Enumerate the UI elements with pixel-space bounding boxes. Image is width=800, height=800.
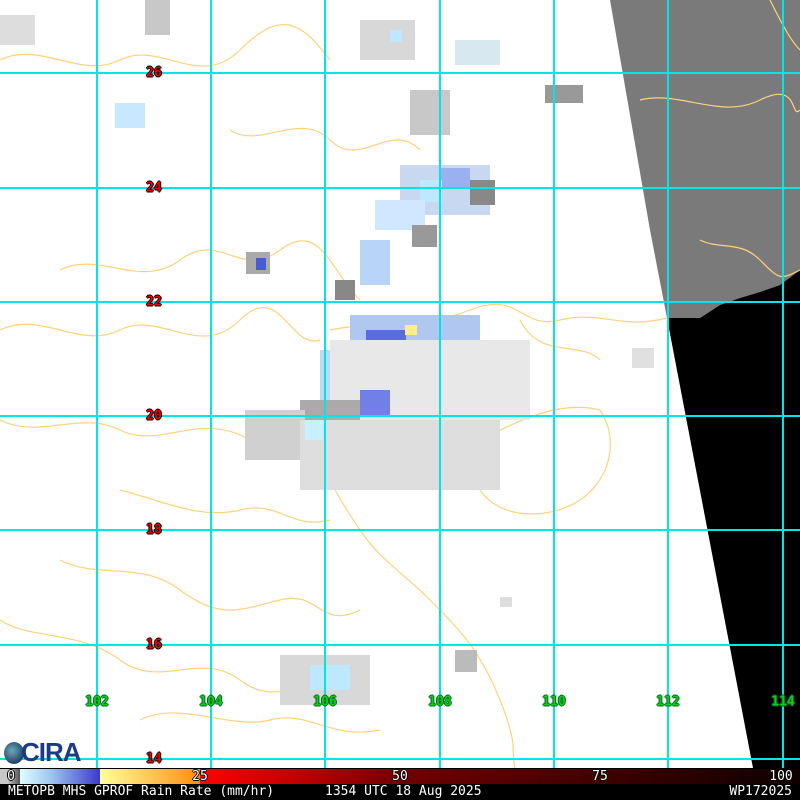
satellite-map-view: 26 24 22 20 18 16 14 102 104 106 108 110… (0, 0, 800, 800)
colorbar-tick: 25 (192, 769, 208, 784)
lat-label: 26 (146, 65, 162, 81)
colorbar-tick: 75 (592, 769, 608, 784)
rain-pixels (0, 0, 654, 705)
lon-label: 112 (656, 694, 680, 710)
lat-label: 16 (146, 637, 162, 653)
no-data-ocean (667, 270, 800, 768)
rain-rate-colorbar: 0 25 50 75 100 (0, 768, 800, 784)
lat-label: 24 (146, 180, 162, 196)
observation-time: 1354 UTC 18 Aug 2025 (325, 784, 482, 799)
lon-label: 104 (199, 694, 223, 710)
cira-logo: CIRA (4, 737, 82, 768)
lat-label: 20 (146, 408, 162, 424)
lon-label: 102 (85, 694, 109, 710)
lon-label: 106 (313, 694, 337, 710)
caption-bar: METOPB MHS GPROF Rain Rate (mm/hr) 1354 … (0, 784, 800, 800)
logo-text: CIRA (21, 737, 82, 767)
lon-label: 108 (428, 694, 452, 710)
rain-rate-map (0, 0, 800, 768)
storm-id: WP172025 (729, 784, 792, 799)
lon-label: 114 (771, 694, 795, 710)
product-title: METOPB MHS GPROF Rain Rate (mm/hr) (8, 784, 275, 799)
lon-label: 110 (542, 694, 566, 710)
lat-label: 14 (146, 751, 162, 767)
lat-label: 22 (146, 294, 162, 310)
colorbar-tick: 100 (769, 769, 793, 784)
colorbar-tick: 50 (392, 769, 408, 784)
colorbar-tick: 0 (7, 769, 15, 784)
lat-label: 18 (146, 522, 162, 538)
